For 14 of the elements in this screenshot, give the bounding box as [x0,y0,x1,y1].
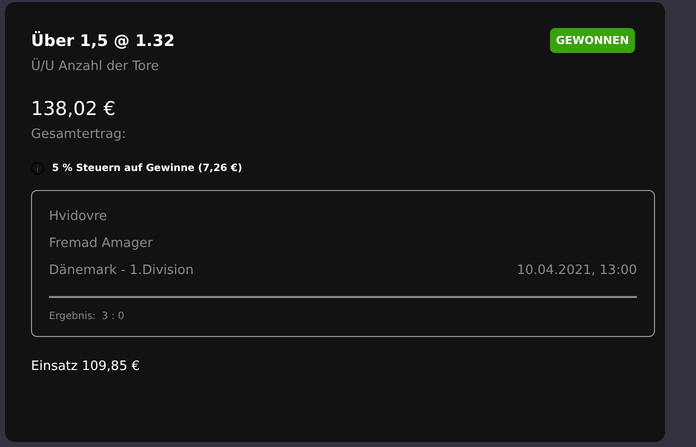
league-name: Dänemark - 1.Division [49,262,194,280]
status-badge: GEWONNEN [550,28,635,53]
payout-amount: 138,02 € [31,96,117,122]
bet-title: Über 1,5 @ 1.32 [31,30,175,52]
event-datetime: 10.04.2021, 13:00 [516,262,637,280]
result-label: Ergebnis: [49,310,96,324]
info-icon [31,162,44,174]
home-team: Hvidovre [49,208,108,226]
away-team: Fremad Amager [49,234,154,252]
stake-amount: Einsatz 109,85 € [31,358,141,376]
result-score: 3 : 0 [102,310,124,324]
payout-label: Gesamtertrag: [31,126,127,144]
market-name: Ü/U Anzahl der Tore [31,57,160,76]
tax-note: 5 % Steuern auf Gewinne (7,26 €) [52,162,242,176]
